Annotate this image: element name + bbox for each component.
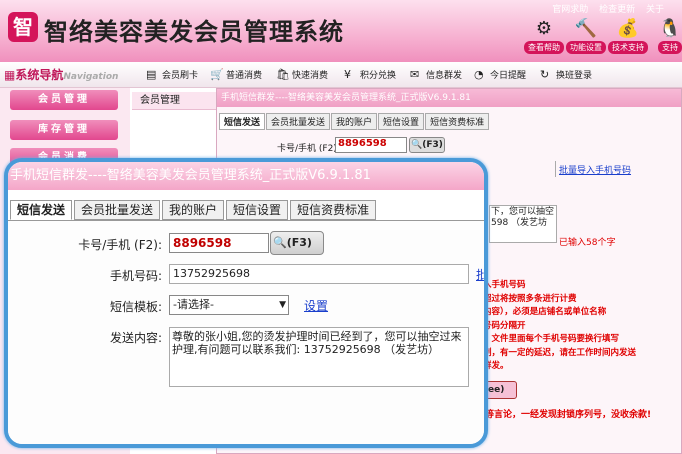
grid-icon: ▦ bbox=[4, 68, 16, 82]
template-settings-link[interactable]: 设置 bbox=[304, 297, 328, 314]
sidebar-item-member-management[interactable]: 会员管理 bbox=[10, 90, 118, 110]
tools-icon: 🔨 bbox=[574, 18, 598, 39]
chevron-down-icon: ▼ bbox=[279, 300, 286, 310]
tab-my-account[interactable]: 我的账户 bbox=[162, 200, 225, 220]
phone-number-input[interactable]: 13752925698 bbox=[169, 264, 469, 284]
header-support-button[interactable]: 💰 技术支持 bbox=[608, 18, 648, 54]
sms-send-form: 卡号/手机 (F2): 8896598 🔍(F3) 手机号码: 13752925… bbox=[8, 220, 484, 444]
cart-icon: 🛒 bbox=[210, 68, 224, 81]
app-logo-icon: 智 bbox=[8, 12, 38, 42]
app-header: 智 智络美容美发会员管理系统 官网求助 检查更新 关于 ⚙ 查看帮助 🔨 功能设… bbox=[0, 0, 682, 62]
bg-char-count: 已输入58个字 bbox=[559, 238, 616, 248]
search-icon: 🔍 bbox=[411, 140, 423, 150]
header-qq-button[interactable]: 🐧 支持 bbox=[650, 18, 682, 54]
check-update-link[interactable]: 检查更新 bbox=[599, 5, 635, 15]
toolbar-normal-consume[interactable]: 🛒 普通消费 bbox=[210, 68, 262, 81]
card-label: 卡号/手机 (F2): bbox=[78, 238, 162, 252]
batch-import-link[interactable]: 批 bbox=[476, 266, 484, 283]
bg-batch-import-link[interactable]: 批量导入手机号码 bbox=[559, 163, 631, 176]
hint-line: 超过将按照多条进行计费 bbox=[483, 293, 577, 304]
help-icon: ⚙ bbox=[535, 18, 553, 39]
zoom-window-title: 手机短信群发----智络美容美发会员管理系统_正式版V6.9.1.81 bbox=[8, 162, 484, 190]
bg-window-title: 手机短信群发----智络美容美发会员管理系统_正式版V6.9.1.81 bbox=[217, 89, 681, 107]
toolbar-quick-consume[interactable]: 🛍 快速消费 bbox=[276, 68, 328, 81]
template-label: 短信模板: bbox=[109, 300, 162, 314]
message-icon: ✉ bbox=[410, 68, 420, 81]
bg-tab-sms-settings[interactable]: 短信设置 bbox=[378, 113, 425, 130]
bg-hint-list: 入手机号码 超过将按照多条进行计费 内容），必须是店铺名或单位名称 号码分隔开 … bbox=[483, 279, 636, 374]
bg-card-label: 卡号/手机 (F2): bbox=[277, 144, 340, 154]
search-icon: 🔍 bbox=[273, 236, 287, 249]
points-icon: ¥ bbox=[344, 68, 351, 81]
hint-line: 群发。 bbox=[483, 361, 509, 371]
toolbar-points-exchange[interactable]: ¥ 积分兑换 bbox=[344, 68, 396, 81]
tab-sms-settings[interactable]: 短信设置 bbox=[226, 200, 289, 220]
header-help-button[interactable]: ⚙ 查看帮助 bbox=[524, 18, 564, 54]
sidebar-item-inventory-management[interactable]: 库存管理 bbox=[10, 120, 118, 140]
hint-line: ，文件里面每个手机号码要换行填写 bbox=[483, 334, 620, 344]
tab-sms-send[interactable]: 短信发送 bbox=[10, 200, 73, 220]
switch-icon: ↻ bbox=[540, 68, 550, 81]
phone-label: 手机号码: bbox=[109, 269, 162, 283]
fast-icon: 🛍 bbox=[276, 68, 290, 81]
card-icon: ▤ bbox=[146, 68, 157, 81]
toolbar-message-broadcast[interactable]: ✉ 信息群发 bbox=[410, 68, 462, 81]
content-label: 发送内容: bbox=[109, 331, 162, 345]
bg-tab-sms-pricing[interactable]: 短信资费标准 bbox=[425, 113, 490, 130]
bg-f3-button[interactable]: 🔍(F3) bbox=[409, 137, 445, 153]
money-icon: 💰 bbox=[616, 18, 640, 39]
clock-icon: ◔ bbox=[474, 68, 484, 81]
card-number-input[interactable]: 8896598 bbox=[169, 233, 269, 253]
help-online-link[interactable]: 官网求助 bbox=[552, 5, 588, 15]
template-select[interactable]: -请选择- ▼ bbox=[169, 295, 289, 315]
zoom-callout: 手机短信群发----智络美容美发会员管理系统_正式版V6.9.1.81 短信发送… bbox=[4, 158, 488, 448]
app-title: 智络美容美发会员管理系统 bbox=[44, 17, 344, 46]
toolbar-today-reminder[interactable]: ◔ 今日提醒 bbox=[474, 68, 526, 81]
hint-line: 入手机号码 bbox=[483, 280, 526, 290]
header-settings-button[interactable]: 🔨 功能设置 bbox=[566, 18, 606, 54]
toolbar-shift-login[interactable]: ↻ 换班登录 bbox=[540, 68, 592, 81]
bg-tabs: 短信发送 会员批量发送 我的账户 短信设置 短信资费标准 bbox=[219, 113, 490, 130]
bg-send-button[interactable]: ee) bbox=[485, 381, 517, 399]
tab-batch-send[interactable]: 会员批量发送 bbox=[74, 200, 161, 220]
top-links: 官网求助 检查更新 关于 bbox=[544, 2, 664, 15]
main-panel-title: 会员管理 bbox=[132, 92, 222, 110]
bg-phone-input-edge bbox=[555, 161, 556, 177]
bg-tab-my-account[interactable]: 我的账户 bbox=[331, 113, 378, 130]
bg-tab-batch-send[interactable]: 会员批量发送 bbox=[266, 113, 331, 130]
bg-card-input[interactable]: 8896598 bbox=[335, 137, 407, 153]
hint-line: 号码分隔开 bbox=[483, 320, 526, 331]
about-link[interactable]: 关于 bbox=[646, 5, 664, 15]
tab-sms-pricing[interactable]: 短信资费标准 bbox=[290, 200, 377, 220]
bg-content-textarea[interactable]: 下，您可以抽空 598 （发艺坊 bbox=[489, 205, 557, 243]
hint-line: 内容），必须是店铺名或单位名称 bbox=[483, 307, 607, 317]
zoom-tabs: 短信发送 会员批量发送 我的账户 短信设置 短信资费标准 bbox=[10, 200, 378, 220]
qq-icon: 🐧 bbox=[658, 18, 682, 39]
message-content-textarea[interactable]: 尊敬的张小姐,您的烫发护理时间已经到了，您可以抽空过来护理,有问题可以联系我们:… bbox=[169, 327, 469, 387]
toolbar-member-card[interactable]: ▤ 会员刷卡 bbox=[146, 68, 198, 81]
bg-tab-sms-send[interactable]: 短信发送 bbox=[219, 113, 266, 130]
nav-title: ▦系统导航Navigation bbox=[4, 68, 119, 82]
bg-warning-text: 等言论，一经发现封锁序列号，没收余款! bbox=[485, 410, 652, 420]
main-toolbar: ▦系统导航Navigation ▤ 会员刷卡 🛒 普通消费 🛍 快速消费 ¥ 积分兑换 … bbox=[0, 62, 682, 88]
hint-line: 制，有一定的延迟，请在工作时间内发送 bbox=[483, 347, 637, 358]
f3-lookup-button[interactable]: 🔍(F3) bbox=[270, 231, 324, 255]
